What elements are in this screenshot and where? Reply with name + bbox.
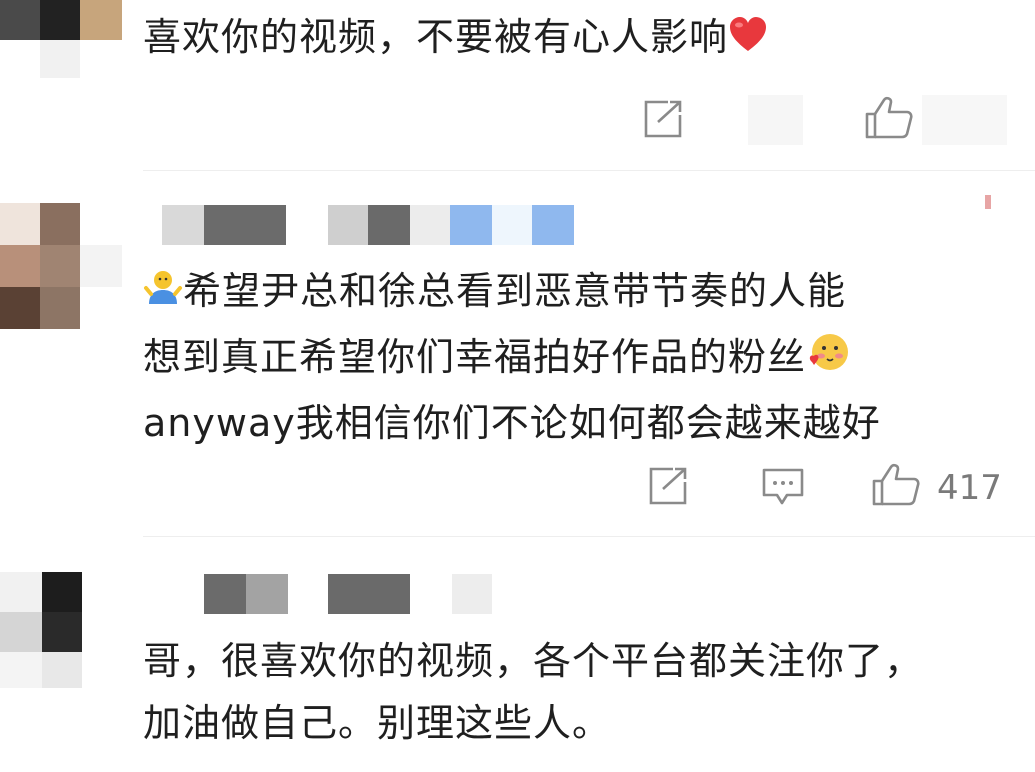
divider: [143, 536, 1035, 537]
comment-line: 喜欢你的视频，不要被有心人影响: [143, 15, 729, 59]
blushing-face-emoji-icon: [806, 330, 850, 392]
avatar[interactable]: [0, 0, 122, 80]
share-icon[interactable]: [642, 100, 684, 142]
comment-text: 哥，很喜欢你的视频，各个平台都关注你了， 加油做自己。别理这些人。: [143, 630, 923, 754]
comment-line: 想到真正希望你们幸福拍好作品的粉丝: [143, 326, 881, 392]
blurred-area: [748, 95, 803, 145]
comment-line-text: 希望尹总和徐总看到恶意带节奏的人能: [183, 269, 847, 313]
waving-figure-emoji-icon: [143, 264, 183, 326]
blurred-area: [922, 95, 1007, 145]
red-heart-icon: [728, 10, 768, 72]
share-icon[interactable]: [647, 467, 689, 509]
badge-mark: [985, 195, 991, 209]
comment-icon[interactable]: [761, 467, 805, 511]
avatar[interactable]: [0, 572, 85, 690]
comment-line-text: 想到真正希望你们幸福拍好作品的粉丝: [143, 335, 807, 379]
like-icon[interactable]: [864, 96, 914, 144]
divider: [143, 170, 1035, 171]
comment-text: 希望尹总和徐总看到恶意带节奏的人能 想到真正希望你们幸福拍好作品的粉丝 anyw…: [143, 260, 881, 454]
avatar[interactable]: [0, 203, 122, 333]
comment-line: 哥，很喜欢你的视频，各个平台都关注你了，: [143, 639, 924, 683]
username[interactable]: [162, 205, 582, 247]
like-icon[interactable]: [871, 463, 921, 511]
comment-text: 喜欢你的视频，不要被有心人影响: [143, 6, 768, 72]
username[interactable]: [204, 574, 504, 616]
comment-line: 希望尹总和徐总看到恶意带节奏的人能: [143, 260, 881, 326]
like-count: 417: [937, 468, 1002, 508]
comment-line: 加油做自己。别理这些人。: [143, 701, 612, 745]
comment-line: anyway我相信你们不论如何都会越来越好: [143, 401, 881, 445]
